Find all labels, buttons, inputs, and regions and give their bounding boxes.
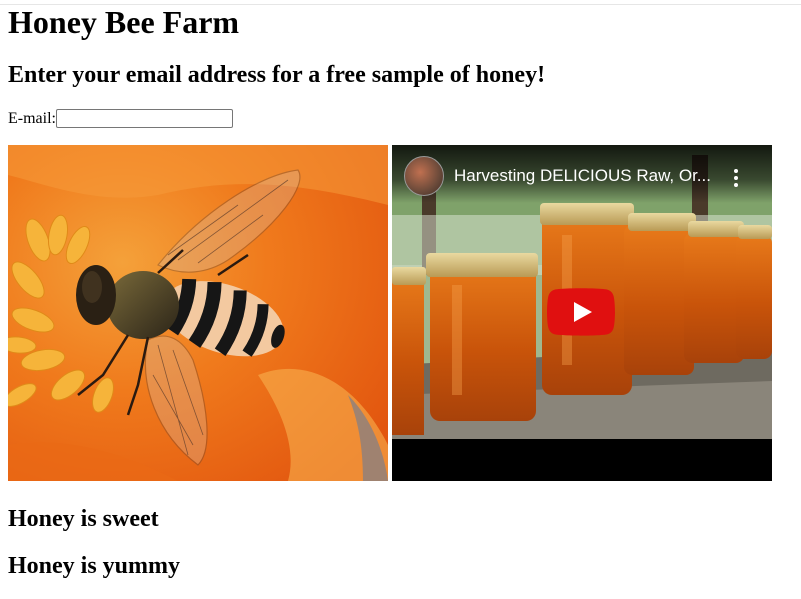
kebab-menu-icon[interactable]: [730, 167, 742, 189]
channel-avatar[interactable]: [404, 156, 444, 196]
page-title: Honey Bee Farm: [8, 4, 240, 40]
bee-image: [8, 145, 388, 481]
email-label: E-mail:: [8, 110, 56, 127]
email-input[interactable]: [55, 109, 233, 128]
page-subtitle: Enter your email address for a free samp…: [8, 62, 546, 88]
caption-yummy: Honey is yummy: [8, 553, 181, 579]
video-title[interactable]: Harvesting DELICIOUS Raw, Or...: [454, 165, 724, 187]
youtube-play-icon[interactable]: [547, 288, 615, 336]
email-form: E-mail:: [8, 108, 233, 129]
video-player[interactable]: Harvesting DELICIOUS Raw, Or...: [392, 145, 772, 481]
caption-sweet: Honey is sweet: [8, 506, 159, 532]
